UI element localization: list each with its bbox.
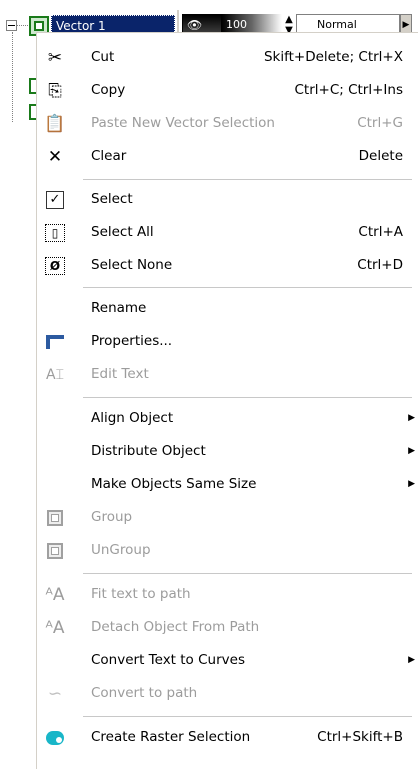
menu-item-label: Edit Text	[91, 366, 149, 382]
menu-separator	[83, 573, 412, 574]
tree-line	[12, 32, 13, 122]
menu-item-label: Properties...	[91, 333, 173, 349]
menu-item-edit-text[interactable]: A⌶ Edit Text	[37, 358, 418, 391]
menu-item-label: Group	[91, 509, 133, 525]
group-icon	[37, 501, 73, 534]
menu-item-label: Create Raster Selection	[91, 729, 251, 745]
menu-item-shortcut: Ctrl+C; Ctrl+Ins	[294, 82, 403, 98]
menu-item-label: Select	[91, 191, 133, 207]
detach-icon: ᴬA	[45, 617, 65, 638]
menu-item-shortcut: Ctrl+D	[357, 257, 403, 273]
menu-item-shortcut: Ctrl+G	[357, 115, 403, 131]
submenu-arrow-icon: ▶	[408, 413, 415, 423]
menu-item-convert-to-path[interactable]: ∽ Convert to path	[37, 677, 418, 710]
menu-item-label: Select None	[91, 257, 173, 273]
eye-icon: 👁	[187, 18, 203, 32]
submenu-arrow-icon: ▶	[408, 655, 415, 665]
menu-item-label: Detach Object From Path	[91, 619, 260, 635]
menu-item-align-object[interactable]: Align Object ▶	[37, 402, 418, 435]
menu-item-rename[interactable]: Rename	[37, 292, 418, 325]
menu-item-create-raster-selection[interactable]: Create Raster Selection Ctrl+Skift+B	[37, 721, 418, 754]
menu-separator	[83, 287, 412, 288]
raster-selection-icon	[37, 721, 73, 754]
menu-item-label: Cut	[91, 49, 115, 65]
menu-item-label: Align Object	[91, 410, 174, 426]
menu-item-shortcut: Delete	[358, 148, 403, 164]
menu-item-distribute-object[interactable]: Distribute Object ▶	[37, 435, 418, 468]
menu-item-label: Fit text to path	[91, 586, 191, 602]
fit-text-icon: ᴬA	[45, 584, 65, 605]
menu-item-shortcut: Ctrl+A	[358, 224, 403, 240]
menu-item-fit-text-to-path[interactable]: ᴬA Fit text to path	[37, 578, 418, 611]
menu-separator	[83, 716, 412, 717]
menu-item-group[interactable]: Group	[37, 501, 418, 534]
edit-text-icon: A⌶	[46, 366, 64, 383]
menu-item-copy[interactable]: ⎘ Copy Ctrl+C; Ctrl+Ins	[37, 74, 418, 107]
menu-item-ungroup[interactable]: UnGroup	[37, 534, 418, 567]
menu-item-label: Make Objects Same Size	[91, 476, 257, 492]
check-icon: ✓	[37, 183, 73, 216]
menu-item-cut[interactable]: ✂ Cut Skift+Delete; Ctrl+X	[37, 41, 418, 74]
copy-icon: ⎘	[48, 80, 62, 101]
menu-item-label: Paste New Vector Selection	[91, 115, 275, 131]
context-menu: ✂ Cut Skift+Delete; Ctrl+X ⎘ Copy Ctrl+C…	[36, 32, 418, 769]
x-icon: ✕	[47, 146, 63, 167]
menu-item-label: Select All	[91, 224, 154, 240]
menu-item-convert-text-to-curves[interactable]: Convert Text to Curves ▶	[37, 644, 418, 677]
ungroup-icon	[37, 534, 73, 567]
menu-item-paste-new-vector-selection[interactable]: 📋 Paste New Vector Selection Ctrl+G	[37, 107, 418, 140]
paste-icon: 📋	[44, 113, 66, 134]
menu-separator	[83, 179, 412, 180]
menu-item-select-none[interactable]: Ø Select None Ctrl+D	[37, 249, 418, 282]
tree-line	[16, 25, 28, 26]
menu-item-select[interactable]: ✓ Select	[37, 183, 418, 216]
properties-icon	[37, 325, 73, 358]
menu-item-clear[interactable]: ✕ Clear Delete	[37, 140, 418, 173]
menu-item-label: Rename	[91, 300, 147, 316]
menu-item-label: Copy	[91, 82, 126, 98]
menu-item-make-objects-same-size[interactable]: Make Objects Same Size ▶	[37, 468, 418, 501]
menu-item-shortcut: Ctrl+Skift+B	[317, 729, 403, 745]
menu-item-detach-object-from-path[interactable]: ᴬA Detach Object From Path	[37, 611, 418, 644]
menu-item-label: UnGroup	[91, 542, 151, 558]
menu-item-label: Convert to path	[91, 685, 198, 701]
menu-item-select-all[interactable]: ▯ Select All Ctrl+A	[37, 216, 418, 249]
menu-item-label: Distribute Object	[91, 443, 206, 459]
menu-item-properties[interactable]: Properties...	[37, 325, 418, 358]
scissors-icon: ✂	[47, 47, 63, 68]
menu-item-label: Convert Text to Curves	[91, 652, 245, 668]
convert-path-icon: ∽	[47, 683, 63, 704]
submenu-arrow-icon: ▶	[408, 479, 415, 489]
submenu-arrow-icon: ▶	[408, 446, 415, 456]
menu-item-shortcut: Skift+Delete; Ctrl+X	[263, 49, 403, 65]
menu-separator	[83, 397, 412, 398]
select-none-icon: Ø	[37, 249, 73, 282]
select-all-icon: ▯	[37, 216, 73, 249]
menu-item-label: Clear	[91, 148, 127, 164]
